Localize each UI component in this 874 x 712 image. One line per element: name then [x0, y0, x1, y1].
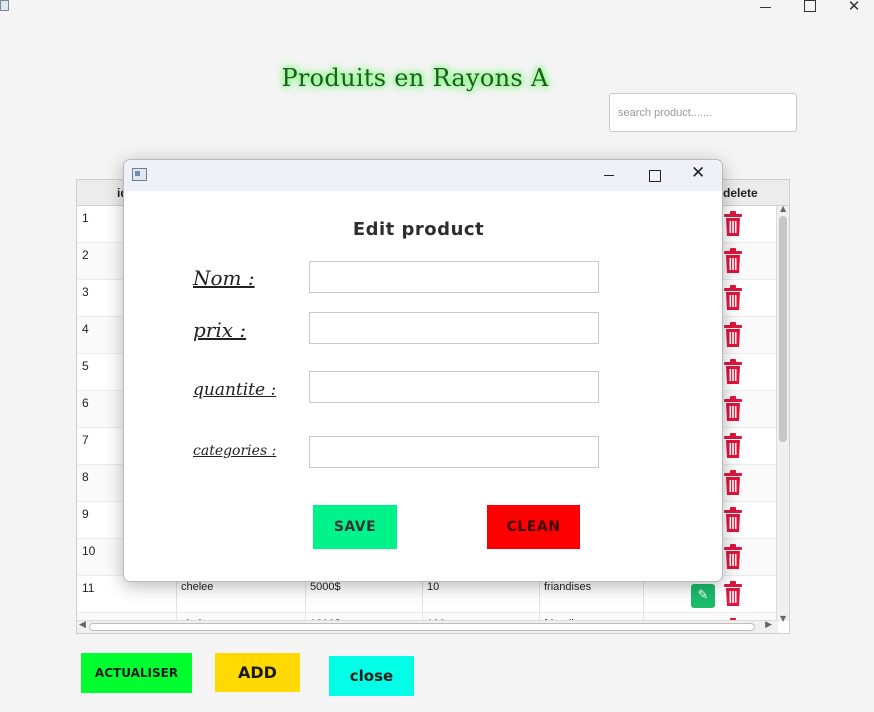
clean-button[interactable]: CLEAN	[487, 505, 580, 549]
quantite-label: quantite :	[193, 380, 277, 400]
dialog-minimize-button[interactable]	[602, 167, 618, 183]
scroll-down-icon[interactable]: ▼	[780, 614, 786, 623]
column-header-delete[interactable]: delete	[723, 180, 758, 206]
cell-id: 4	[82, 322, 89, 336]
edit-product-dialog: ✕ Edit product Nom : prix : quantite : c…	[123, 159, 723, 582]
prix-field[interactable]	[309, 312, 599, 344]
quantite-field[interactable]	[309, 371, 599, 403]
window-close-button[interactable]: ✕	[843, 0, 865, 14]
search-input[interactable]	[609, 93, 797, 132]
pencil-icon[interactable]: ✎	[691, 584, 715, 608]
categories-field[interactable]	[309, 436, 599, 468]
categories-label: categories :	[193, 443, 277, 459]
trash-icon[interactable]	[723, 211, 743, 237]
vertical-scroll-thumb[interactable]	[779, 216, 787, 442]
trash-icon[interactable]	[723, 248, 743, 274]
trash-icon[interactable]	[723, 433, 743, 459]
nom-field[interactable]	[309, 261, 599, 293]
page-title: Produits en Rayons A	[281, 64, 549, 92]
minimize-button[interactable]	[755, 0, 777, 14]
horizontal-scroll-thumb[interactable]	[89, 623, 755, 631]
refresh-button[interactable]: ACTUALISER	[81, 653, 192, 693]
maximize-button[interactable]	[798, 0, 820, 14]
dialog-title: Edit product	[352, 219, 485, 240]
cell-id: 3	[82, 285, 89, 299]
cell-id: 8	[82, 470, 89, 484]
cell-id: 10	[82, 544, 96, 558]
cell-id: 1	[82, 211, 89, 225]
trash-icon[interactable]	[723, 581, 743, 607]
prix-label: prix :	[193, 318, 247, 342]
horizontal-scrollbar[interactable]: ◀ ▶	[77, 620, 778, 633]
cell-id: 7	[82, 433, 89, 447]
cell-id: 9	[82, 507, 89, 521]
close-button[interactable]: close	[329, 656, 414, 696]
scroll-left-icon[interactable]: ◀	[79, 620, 86, 630]
save-button[interactable]: SAVE	[313, 505, 397, 549]
scroll-up-icon[interactable]: ▲	[780, 204, 786, 213]
add-button[interactable]: ADD	[215, 653, 300, 692]
window-app-icon	[0, 0, 9, 11]
cell-id: 5	[82, 359, 89, 373]
trash-icon[interactable]	[723, 470, 743, 496]
cell-id: 6	[82, 396, 89, 410]
trash-icon[interactable]	[723, 322, 743, 348]
cell-id: 2	[82, 248, 89, 262]
trash-icon[interactable]	[723, 396, 743, 422]
vertical-scrollbar[interactable]: ▲ ▼	[776, 204, 789, 623]
cell-id: 11	[82, 581, 95, 595]
dialog-title-bar[interactable]: ✕	[124, 160, 722, 191]
dialog-close-button[interactable]: ✕	[691, 164, 707, 182]
scroll-right-icon[interactable]: ▶	[765, 620, 772, 630]
trash-icon[interactable]	[723, 507, 743, 533]
nom-label: Nom :	[193, 266, 255, 290]
dialog-app-icon	[132, 168, 147, 181]
dialog-maximize-button[interactable]	[647, 167, 663, 183]
trash-icon[interactable]	[723, 544, 743, 570]
trash-icon[interactable]	[723, 285, 743, 311]
trash-icon[interactable]	[723, 359, 743, 385]
